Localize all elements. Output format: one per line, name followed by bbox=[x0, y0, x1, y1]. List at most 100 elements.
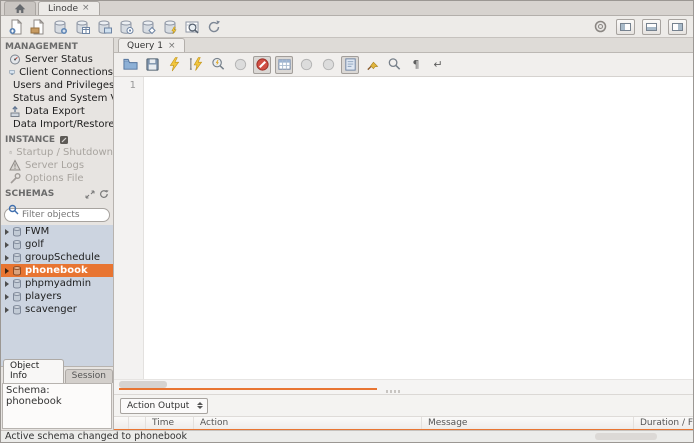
index-column bbox=[129, 417, 146, 429]
sql-code-area[interactable] bbox=[144, 77, 693, 379]
new-table-button[interactable] bbox=[73, 18, 90, 35]
reconnect-dbms-button[interactable] bbox=[205, 18, 222, 35]
expander-icon[interactable] bbox=[5, 242, 9, 248]
invisible-characters-button[interactable]: ¶ bbox=[407, 56, 425, 74]
sidebar-item-users-privileges[interactable]: Users and Privileges bbox=[1, 79, 113, 92]
client-connections-icon bbox=[9, 66, 15, 79]
execute-current-icon bbox=[189, 57, 204, 72]
connection-status-button[interactable] bbox=[592, 18, 609, 35]
search-table-data-button[interactable] bbox=[183, 18, 200, 35]
toggle-autocommit-button[interactable] bbox=[341, 56, 359, 74]
schema-label: phpmyadmin bbox=[25, 278, 91, 289]
schema-row-scavenger[interactable]: scavenger bbox=[1, 303, 113, 316]
schema-label: scavenger bbox=[25, 304, 77, 315]
new-table-icon bbox=[74, 19, 90, 35]
expander-icon[interactable] bbox=[5, 229, 9, 235]
sidebar-item-data-export[interactable]: Data Export bbox=[1, 105, 113, 118]
query-tab-bar: Query 1 × bbox=[114, 38, 693, 53]
execute-button[interactable] bbox=[165, 56, 183, 74]
toggle-right-panel-button[interactable] bbox=[668, 19, 687, 35]
remote-management-icon bbox=[59, 135, 69, 145]
filter-objects-input[interactable] bbox=[4, 208, 110, 222]
query-tab-label: Query 1 bbox=[127, 41, 163, 51]
open-file-button[interactable] bbox=[121, 56, 139, 74]
column-time: Time bbox=[146, 417, 194, 429]
limit-rows-button[interactable] bbox=[275, 56, 293, 74]
tab-session[interactable]: Session bbox=[65, 369, 113, 383]
horizontal-scrollbar-thumb[interactable] bbox=[119, 381, 167, 388]
commit-button[interactable] bbox=[297, 56, 315, 74]
status-column bbox=[114, 417, 129, 429]
new-query-tab-button[interactable] bbox=[7, 18, 24, 35]
schema-filter bbox=[1, 200, 113, 225]
tab-home[interactable] bbox=[4, 1, 36, 15]
expander-icon[interactable] bbox=[5, 294, 9, 300]
new-procedure-button[interactable] bbox=[117, 18, 134, 35]
sidebar-item-status-system-variables[interactable]: Status and System Variables bbox=[1, 92, 113, 105]
stop-on-error-icon bbox=[255, 57, 270, 72]
schema-tree: FWM golf groupSchedule phonebook bbox=[1, 225, 113, 366]
sidebar-item-client-connections[interactable]: Client Connections bbox=[1, 66, 113, 79]
schema-row-golf[interactable]: golf bbox=[1, 238, 113, 251]
schema-row-phonebook[interactable]: phonebook bbox=[1, 264, 113, 277]
sidebar-item-label: Status and System Variables bbox=[13, 93, 113, 104]
action-output-panel: Action Output Time Action Message Durati… bbox=[114, 394, 693, 430]
server-status-icon bbox=[9, 53, 21, 66]
rollback-button[interactable] bbox=[319, 56, 337, 74]
schema-row-phpmyadmin[interactable]: phpmyadmin bbox=[1, 277, 113, 290]
splitter-grip[interactable] bbox=[386, 390, 400, 393]
schema-label: FWM bbox=[25, 226, 49, 237]
schema-icon bbox=[12, 291, 22, 302]
collapse-expand-icon[interactable] bbox=[85, 190, 95, 199]
management-section-header: MANAGEMENT bbox=[1, 38, 113, 53]
schema-icon bbox=[12, 252, 22, 263]
wrap-text-button[interactable]: ↵ bbox=[429, 56, 447, 74]
bottom-panel-icon bbox=[646, 23, 657, 31]
sidebar-item-startup-shutdown[interactable]: Startup / Shutdown bbox=[1, 146, 113, 159]
expander-icon[interactable] bbox=[5, 268, 9, 274]
new-function-button[interactable] bbox=[139, 18, 156, 35]
schema-row-groupschedule[interactable]: groupSchedule bbox=[1, 251, 113, 264]
sidebar-item-label: Client Connections bbox=[19, 67, 113, 78]
schema-icon bbox=[12, 304, 22, 315]
schema-label: players bbox=[25, 291, 62, 302]
tab-connection-linode[interactable]: Linode × bbox=[38, 1, 100, 15]
schema-row-fwm[interactable]: FWM bbox=[1, 225, 113, 238]
new-schema-button[interactable] bbox=[51, 18, 68, 35]
expander-icon[interactable] bbox=[5, 281, 9, 287]
sql-editor-area: Query 1 × bbox=[114, 38, 693, 430]
expander-icon[interactable] bbox=[5, 255, 9, 261]
tab-object-info[interactable]: Object Info bbox=[3, 359, 64, 383]
toggle-stop-on-error-button[interactable] bbox=[253, 56, 271, 74]
new-view-button[interactable] bbox=[95, 18, 112, 35]
execute-current-statement-button[interactable] bbox=[187, 56, 205, 74]
sidebar-item-label: Data Import/Restore bbox=[13, 119, 113, 130]
explain-plan-button[interactable] bbox=[209, 56, 227, 74]
new-event-button[interactable] bbox=[161, 18, 178, 35]
status-scrollbar-thumb[interactable] bbox=[595, 433, 657, 440]
toggle-bottom-panel-button[interactable] bbox=[642, 19, 661, 35]
close-icon[interactable]: × bbox=[82, 4, 90, 13]
clean-query-button[interactable] bbox=[363, 56, 381, 74]
sidebar-item-data-import[interactable]: Data Import/Restore bbox=[1, 118, 113, 131]
refresh-icon[interactable] bbox=[99, 189, 109, 199]
schema-row-players[interactable]: players bbox=[1, 290, 113, 303]
close-icon[interactable]: × bbox=[168, 41, 176, 51]
status-bar: Active schema changed to phonebook bbox=[1, 430, 693, 442]
mysql-workbench-window: Linode × bbox=[0, 0, 694, 443]
output-view-selector[interactable]: Action Output bbox=[120, 398, 208, 414]
find-button[interactable] bbox=[385, 56, 403, 74]
save-script-button[interactable] bbox=[143, 56, 161, 74]
instance-section-header: INSTANCE bbox=[1, 131, 113, 146]
sidebar-item-server-logs[interactable]: Server Logs bbox=[1, 159, 113, 172]
sidebar-item-options-file[interactable]: Options File bbox=[1, 172, 113, 185]
expander-icon[interactable] bbox=[5, 307, 9, 313]
open-sql-script-icon bbox=[30, 19, 46, 35]
stop-button[interactable] bbox=[231, 56, 249, 74]
tab-query-1[interactable]: Query 1 × bbox=[118, 38, 185, 52]
open-sql-script-button[interactable] bbox=[29, 18, 46, 35]
toggle-left-panel-button[interactable] bbox=[616, 19, 635, 35]
sidebar-item-server-status[interactable]: Server Status bbox=[1, 53, 113, 66]
object-info-content: Schema: phonebook bbox=[2, 383, 112, 429]
data-export-icon bbox=[9, 105, 21, 118]
